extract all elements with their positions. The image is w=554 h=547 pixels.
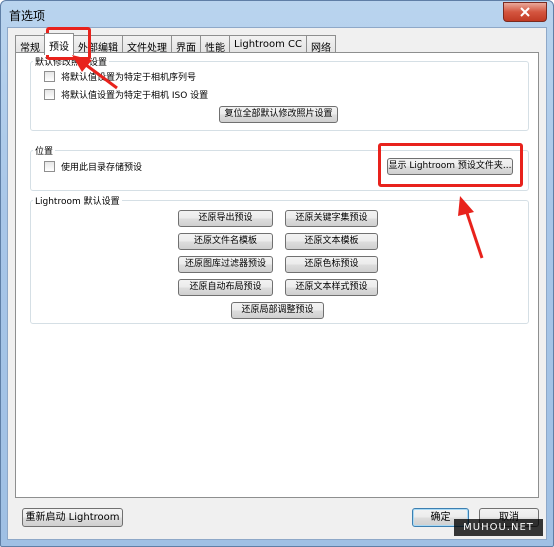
restore-filename-templates-button[interactable]: 还原文件名模板 — [178, 233, 273, 250]
serial-checkbox[interactable] — [44, 71, 55, 82]
checkbox-row-serial[interactable]: 将默认值设置为特定于相机序列号 — [44, 70, 196, 83]
tab-interface[interactable]: 界面 — [171, 35, 201, 54]
reset-develop-defaults-button[interactable]: 复位全部默认修改照片设置 — [219, 106, 338, 123]
watermark: MUHOU.NET — [454, 519, 543, 536]
tab-network[interactable]: 网络 — [305, 35, 336, 54]
serial-checkbox-label: 将默认值设置为特定于相机序列号 — [61, 73, 197, 83]
restore-text-style-presets-button[interactable]: 还原文本样式预设 — [285, 279, 378, 296]
close-icon — [520, 7, 530, 17]
highlight-box-show-folder — [378, 143, 523, 187]
title-bar[interactable]: 首选项 — [1, 1, 553, 27]
tab-file-handling[interactable]: 文件处理 — [122, 35, 172, 54]
restore-auto-layout-presets-button[interactable]: 还原自动布局预设 — [178, 279, 273, 296]
tab-general[interactable]: 常规 — [15, 35, 45, 54]
checkbox-row-iso[interactable]: 将默认值设置为特定于相机 ISO 设置 — [44, 88, 208, 101]
store-presets-checkbox[interactable] — [44, 161, 55, 172]
tab-strip: 常规 预设 外部编辑 文件处理 界面 性能 Lightroom CC 网络 — [15, 33, 336, 55]
close-button[interactable] — [503, 2, 547, 22]
restore-text-templates-button[interactable]: 还原文本模板 — [285, 233, 378, 250]
tab-performance[interactable]: 性能 — [200, 35, 230, 54]
checkbox-row-store[interactable]: 使用此目录存储预设 — [44, 160, 142, 173]
store-presets-label: 使用此目录存储预设 — [61, 163, 143, 173]
tab-lightroom-cc[interactable]: Lightroom CC — [229, 35, 307, 53]
iso-checkbox[interactable] — [44, 89, 55, 100]
restore-library-filter-presets-button[interactable]: 还原图库过滤器预设 — [178, 256, 273, 273]
restore-local-adjustment-presets-button[interactable]: 还原局部调整预设 — [231, 302, 324, 319]
window-title: 首选项 — [9, 9, 46, 23]
location-label: 位置 — [33, 144, 56, 157]
lightroom-defaults-label: Lightroom 默认设置 — [33, 194, 122, 207]
iso-checkbox-label: 将默认值设置为特定于相机 ISO 设置 — [61, 91, 209, 101]
restart-lightroom-button[interactable]: 重新启动 Lightroom — [22, 508, 123, 527]
tab-presets[interactable]: 预设 — [44, 33, 74, 55]
restore-keyword-set-presets-button[interactable]: 还原关键字集预设 — [285, 210, 378, 227]
restore-color-label-presets-button[interactable]: 还原色标预设 — [285, 256, 378, 273]
restore-export-presets-button[interactable]: 还原导出预设 — [178, 210, 273, 227]
